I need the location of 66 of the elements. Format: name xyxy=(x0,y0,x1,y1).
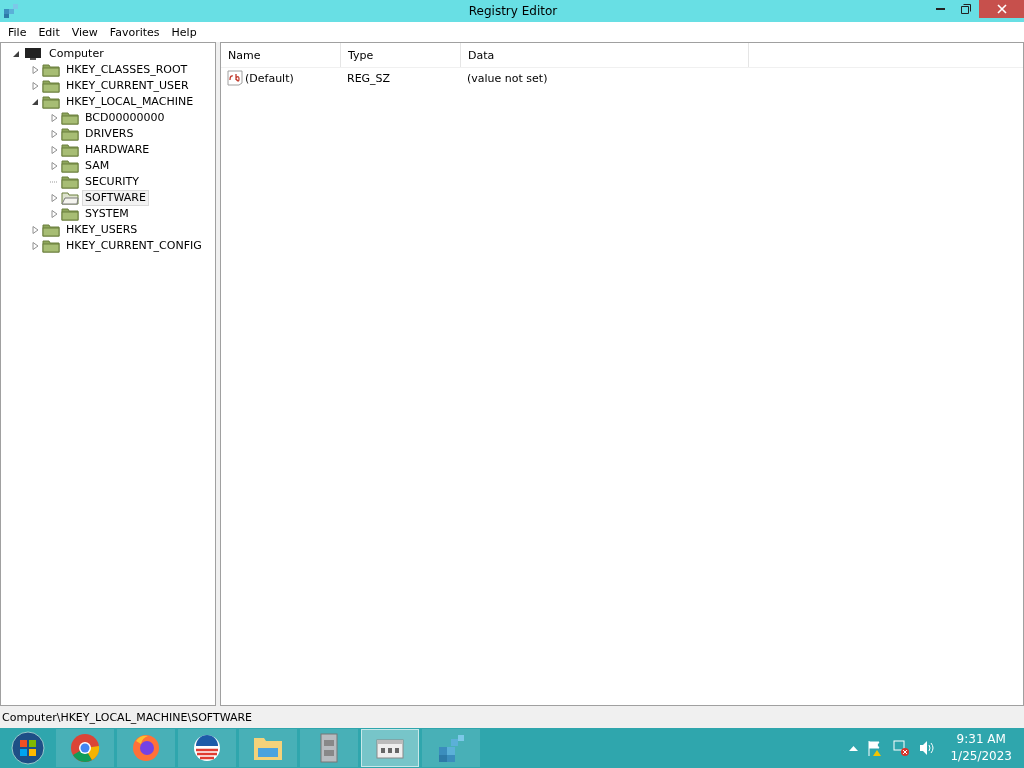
tree-item[interactable]: SECURITY xyxy=(82,174,142,190)
taskbar-button[interactable] xyxy=(361,729,419,767)
collapse-icon[interactable] xyxy=(31,98,39,106)
expand-icon[interactable] xyxy=(50,130,58,138)
tray-caret-icon[interactable] xyxy=(849,745,859,751)
folder-icon xyxy=(61,207,79,221)
tree-item[interactable]: HKEY_USERS xyxy=(63,222,141,238)
start-button[interactable] xyxy=(11,731,45,765)
tree-item[interactable]: HKEY_LOCAL_MACHINE xyxy=(63,94,197,110)
folder-icon xyxy=(42,223,60,237)
folder-icon xyxy=(61,111,79,125)
tree-item[interactable]: SAM xyxy=(82,158,113,174)
tree-item[interactable]: HARDWARE xyxy=(82,142,153,158)
column-header[interactable]: Data xyxy=(461,43,749,67)
folder-icon xyxy=(42,79,60,93)
column-header[interactable]: Name xyxy=(221,43,341,67)
menu-item[interactable]: View xyxy=(65,25,104,39)
chrome-icon xyxy=(70,733,100,763)
expand-icon[interactable] xyxy=(31,82,39,90)
tree-item[interactable]: HKEY_CURRENT_CONFIG xyxy=(63,238,205,254)
string-value-icon xyxy=(227,70,243,86)
tree-item[interactable]: SYSTEM xyxy=(82,206,132,222)
menu-item[interactable]: File xyxy=(2,25,33,39)
close-icon xyxy=(996,4,1007,14)
folder-icon xyxy=(61,175,79,189)
tree-item[interactable]: Computer xyxy=(46,46,107,62)
tree-item[interactable]: BCD00000000 xyxy=(82,110,168,126)
menu-item[interactable]: Edit xyxy=(32,25,66,39)
taskbar-button[interactable] xyxy=(178,729,236,767)
expand-icon[interactable] xyxy=(31,226,39,234)
minimize-icon xyxy=(935,8,945,10)
folder-icon xyxy=(61,159,79,173)
expand-icon[interactable] xyxy=(50,194,58,202)
expand-icon[interactable] xyxy=(50,162,58,170)
folder-icon xyxy=(42,63,60,77)
menu-item[interactable]: Favorites xyxy=(103,25,166,39)
expand-icon[interactable] xyxy=(50,146,58,154)
taskbar-button[interactable] xyxy=(56,729,114,767)
tree-item[interactable]: SOFTWARE xyxy=(82,190,149,206)
table-cell: REG_SZ xyxy=(347,71,391,85)
speaker-icon[interactable] xyxy=(918,739,937,757)
expand-icon[interactable] xyxy=(31,242,39,250)
collapse-icon[interactable] xyxy=(12,50,20,58)
status-path: Computer\HKEY_LOCAL_MACHINE\SOFTWARE xyxy=(2,710,253,724)
folder-icon xyxy=(42,239,60,253)
open-folder-icon xyxy=(61,191,79,205)
restore-icon xyxy=(961,4,971,14)
logo-icon xyxy=(192,733,222,763)
expand-icon[interactable] xyxy=(50,114,58,122)
firefox-icon xyxy=(131,733,161,763)
menu-item[interactable]: Help xyxy=(165,25,203,39)
network-icon[interactable] xyxy=(892,739,911,757)
table-cell: (Default) xyxy=(245,71,294,85)
computer-icon xyxy=(23,47,43,61)
window-title: Registry Editor xyxy=(467,4,559,18)
expand-icon[interactable] xyxy=(50,210,58,218)
column-header[interactable]: Type xyxy=(341,43,461,67)
tree-item[interactable]: HKEY_CLASSES_ROOT xyxy=(63,62,191,78)
tree-item[interactable]: DRIVERS xyxy=(82,126,137,142)
tree-item[interactable]: HKEY_CURRENT_USER xyxy=(63,78,192,94)
folder-icon xyxy=(42,95,60,109)
expand-icon[interactable] xyxy=(31,66,39,74)
registry-icon xyxy=(3,3,19,19)
folder-icon xyxy=(61,143,79,157)
table-cell: (value not set) xyxy=(467,71,548,85)
folder-icon xyxy=(61,127,79,141)
